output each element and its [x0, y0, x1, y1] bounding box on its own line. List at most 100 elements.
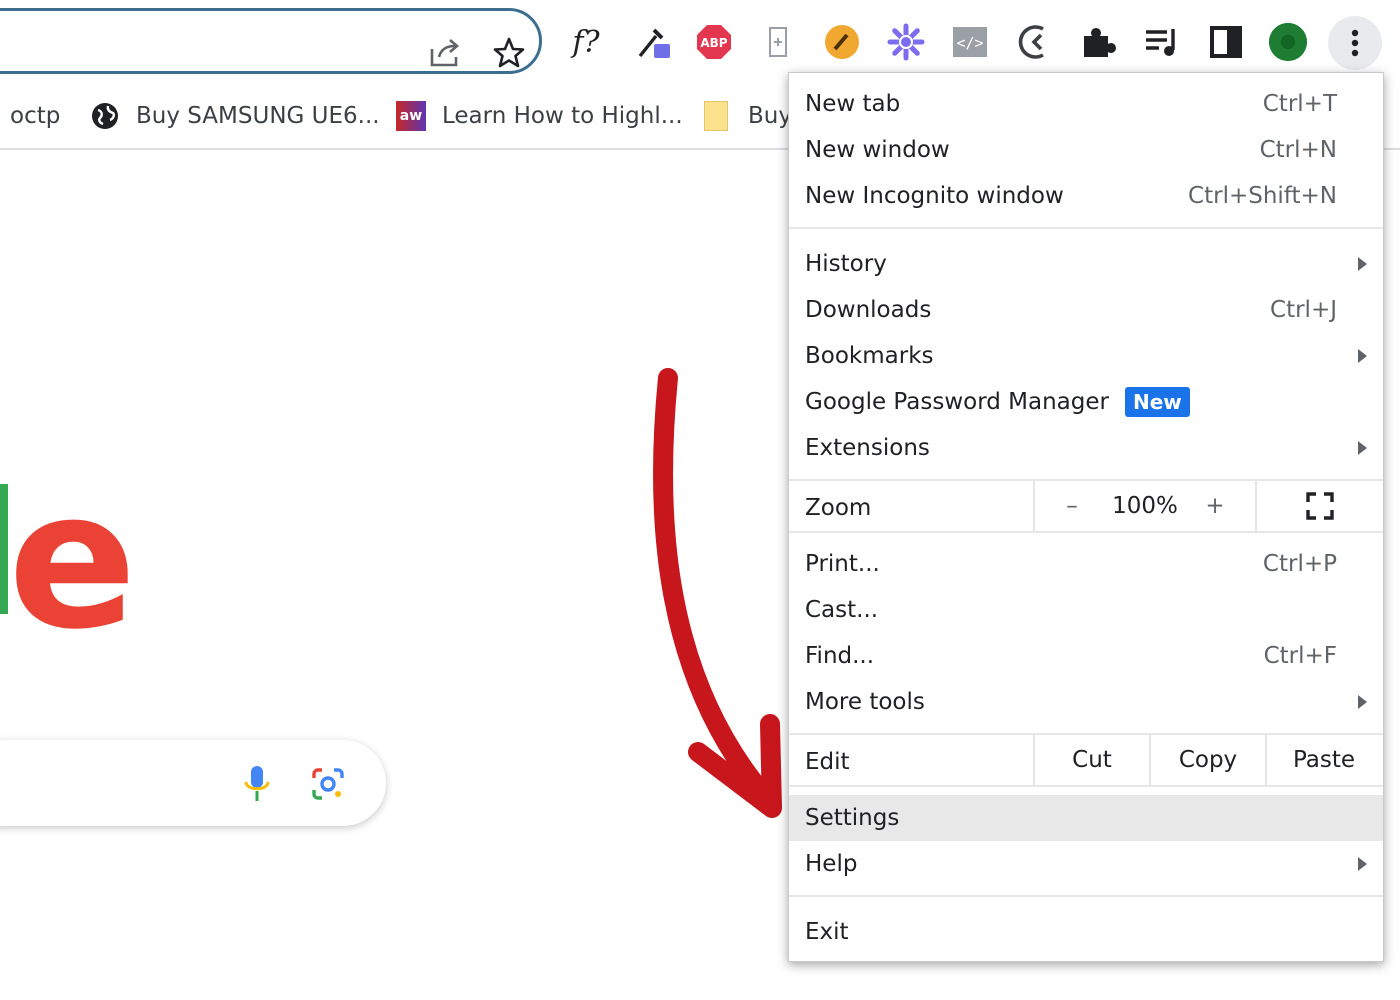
- menu-label: New window: [805, 137, 950, 163]
- submenu-arrow-icon: [1358, 441, 1367, 455]
- fullscreen-icon: [1306, 492, 1334, 520]
- menu-item-exit[interactable]: Exit: [789, 909, 1383, 955]
- menu-shortcut: Ctrl+Shift+N: [1188, 183, 1337, 209]
- menu-item-password-manager[interactable]: Google Password Manager New: [789, 379, 1383, 425]
- menu-item-new-tab[interactable]: New tab Ctrl+T: [789, 81, 1383, 127]
- pencil-icon[interactable]: [822, 22, 862, 62]
- eyedropper-icon[interactable]: [634, 22, 674, 62]
- fullscreen-button[interactable]: [1257, 483, 1383, 529]
- menu-label: Downloads: [805, 297, 932, 323]
- sidepanel-icon[interactable]: [1206, 22, 1246, 62]
- menu-label: More tools: [805, 689, 925, 715]
- menu-divider: [789, 479, 1383, 481]
- google-logo-l-fragment: [0, 484, 8, 614]
- fx-label: f?: [572, 24, 600, 60]
- puzzle-icon[interactable]: [1078, 22, 1118, 62]
- menu-item-history[interactable]: History: [789, 241, 1383, 287]
- playlist-icon[interactable]: [1142, 22, 1182, 62]
- zoom-level: 100%: [1105, 483, 1185, 529]
- submenu-arrow-icon: [1358, 695, 1367, 709]
- menu-item-extensions[interactable]: Extensions: [789, 425, 1383, 471]
- menu-item-downloads[interactable]: Downloads Ctrl+J: [789, 287, 1383, 333]
- microphone-icon[interactable]: [242, 764, 272, 804]
- menu-item-new-incognito-window[interactable]: New Incognito window Ctrl+Shift+N: [789, 173, 1383, 219]
- submenu-arrow-icon: [1358, 257, 1367, 271]
- aw-icon: aw: [396, 101, 426, 131]
- bookmark-item[interactable]: aw Learn How to Highl...: [396, 98, 683, 134]
- google-logo-e-fragment: e: [8, 450, 137, 671]
- bookmark-item[interactable]: Buy: [704, 98, 792, 134]
- bookmark-item[interactable]: octp: [10, 98, 60, 134]
- kebab-icon: [1351, 29, 1359, 57]
- paste-label: Paste: [1292, 747, 1356, 773]
- zoom-in-button[interactable]: +: [1183, 483, 1247, 529]
- code-icon[interactable]: </>: [950, 22, 990, 62]
- menu-label: Zoom: [805, 495, 872, 521]
- chevron-back-icon[interactable]: [1014, 22, 1054, 62]
- cut-button[interactable]: Cut: [1035, 737, 1149, 783]
- copy-button[interactable]: Copy: [1151, 737, 1265, 783]
- share-icon[interactable]: [427, 35, 463, 71]
- menu-divider: [789, 785, 1383, 787]
- menu-label: Cast...: [805, 597, 879, 623]
- menu-item-new-window[interactable]: New window Ctrl+N: [789, 127, 1383, 173]
- menu-item-more-tools[interactable]: More tools: [789, 679, 1383, 725]
- cut-label: Cut: [1072, 747, 1112, 773]
- google-search-box[interactable]: [0, 740, 386, 826]
- submenu-arrow-icon: [1358, 349, 1367, 363]
- menu-label: Google Password Manager: [805, 389, 1109, 415]
- menu-shortcut: Ctrl+F: [1263, 643, 1337, 669]
- menu-divider: [789, 227, 1383, 229]
- menu-label: Print...: [805, 551, 880, 577]
- color-wheel-icon[interactable]: [886, 22, 926, 62]
- menu-shortcut: Ctrl+N: [1259, 137, 1337, 163]
- adblock-icon[interactable]: ABP: [694, 22, 734, 62]
- menu-shortcut: Ctrl+P: [1262, 551, 1337, 577]
- star-icon[interactable]: [491, 35, 527, 71]
- menu-item-print[interactable]: Print... Ctrl+P: [789, 541, 1383, 587]
- menu-label: History: [805, 251, 887, 277]
- menu-shortcut: Ctrl+T: [1262, 91, 1337, 117]
- address-bar[interactable]: [0, 8, 542, 74]
- google-lens-icon[interactable]: [310, 766, 346, 802]
- menu-shortcut: Ctrl+J: [1270, 297, 1337, 323]
- bookmark-label: Buy SAMSUNG UE6...: [136, 103, 380, 129]
- chrome-menu-button[interactable]: [1328, 16, 1382, 70]
- menu-item-bookmarks[interactable]: Bookmarks: [789, 333, 1383, 379]
- menu-label: Extensions: [805, 435, 930, 461]
- zoom-value: 100%: [1112, 493, 1178, 519]
- menu-label: Bookmarks: [805, 343, 934, 369]
- bookmark-label: octp: [10, 103, 61, 129]
- zoom-plus-label: +: [1205, 493, 1225, 519]
- submenu-arrow-icon: [1358, 857, 1367, 871]
- menu-item-find[interactable]: Find... Ctrl+F: [789, 633, 1383, 679]
- new-badge: New: [1125, 387, 1190, 417]
- menu-item-cast[interactable]: Cast...: [789, 587, 1383, 633]
- menu-divider: [789, 531, 1383, 533]
- paste-button[interactable]: Paste: [1267, 737, 1381, 783]
- fx-icon[interactable]: f?: [566, 22, 606, 62]
- menu-label: New tab: [805, 91, 901, 117]
- menu-divider: [789, 895, 1383, 897]
- zoom-out-button[interactable]: –: [1035, 483, 1109, 529]
- menu-label: New Incognito window: [805, 183, 1064, 209]
- menu-label: Exit: [805, 919, 849, 945]
- bookmark-label: Buy: [748, 103, 792, 129]
- copy-label: Copy: [1178, 747, 1238, 773]
- page-icon[interactable]: [758, 22, 798, 62]
- chrome-main-menu: New tab Ctrl+T New window Ctrl+N New Inc…: [788, 72, 1384, 962]
- menu-item-help[interactable]: Help: [789, 841, 1383, 887]
- menu-label: Help: [805, 851, 858, 877]
- folder-icon: [704, 101, 728, 131]
- aw-icon-label: aw: [399, 108, 423, 124]
- menu-label: Edit: [805, 749, 850, 775]
- zoom-minus-label: –: [1066, 493, 1078, 519]
- globe-icon: [92, 103, 118, 129]
- menu-label: Settings: [805, 805, 900, 831]
- menu-item-settings[interactable]: Settings: [789, 795, 1383, 841]
- abp-label: ABP: [700, 36, 727, 50]
- bookmark-item[interactable]: Buy SAMSUNG UE6...: [90, 98, 380, 134]
- bookmark-label: Learn How to Highl...: [442, 103, 683, 129]
- avatar[interactable]: [1268, 22, 1308, 62]
- menu-divider: [789, 733, 1383, 735]
